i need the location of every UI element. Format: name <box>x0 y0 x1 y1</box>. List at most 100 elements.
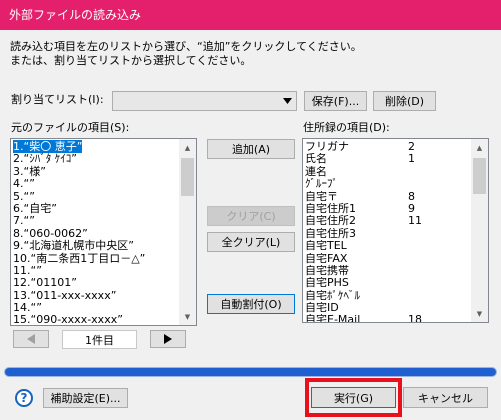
target-item-assigned <box>408 290 448 302</box>
instruction-line-2: または、割り当てリストから選択してください。 <box>10 54 252 67</box>
source-list-item[interactable]: 4.“” <box>11 177 196 191</box>
progress-bar <box>4 367 497 377</box>
source-item-text: “” <box>23 189 35 203</box>
target-list-item[interactable]: 自宅E-Mail 18 <box>303 313 488 323</box>
target-item-name: 自宅ﾎﾟｹﾍﾞﾙ <box>305 289 360 302</box>
source-item-text: “南二条西1丁目ロ－△” <box>30 251 146 265</box>
save-button[interactable]: 保存(F)... <box>304 91 367 111</box>
dialog-window: 外部ファイルの読み込み 読み込む項目を左のリストから選び、“追加”をクリックして… <box>0 0 501 420</box>
target-item-name: 自宅TEL <box>305 240 347 253</box>
source-item-number: 8. <box>13 226 24 240</box>
source-item-text: “自宅” <box>23 201 57 215</box>
arrow-right-icon <box>164 334 172 344</box>
scroll-down-icon[interactable]: ▼ <box>179 308 196 325</box>
target-list-item[interactable]: 自宅ID <box>303 302 488 314</box>
target-item-name: 自宅住所1 <box>305 202 356 215</box>
source-item-number: 7. <box>13 214 24 228</box>
target-item-assigned: 18 <box>408 313 422 323</box>
source-list-item[interactable]: 15.“090-xxxx-xxxx” <box>11 313 196 326</box>
source-scrollbar[interactable]: ▲ ▼ <box>179 139 196 325</box>
target-item-name: 自宅携帯 <box>305 264 349 277</box>
scroll-up-icon[interactable]: ▲ <box>471 139 488 156</box>
source-item-text: “011-xxx-xxxx” <box>30 288 117 302</box>
target-item-name: 自宅ID <box>305 302 339 315</box>
progress-fill <box>5 368 496 376</box>
add-button[interactable]: 追加(A) <box>207 139 295 159</box>
source-item-number: 1. <box>13 140 24 153</box>
scroll-up-icon[interactable]: ▲ <box>179 139 196 156</box>
target-list-item[interactable]: ｸﾞﾙｰﾌﾟ <box>303 178 488 190</box>
source-list-label: 元のファイルの項目(S): <box>11 121 130 134</box>
source-item-text: “ｼﾊﾞﾀ ｹｲｺ” <box>23 152 77 166</box>
target-list-item[interactable]: 自宅住所3 <box>303 228 488 240</box>
target-list-label: 住所録の項目(D): <box>303 121 390 134</box>
help-icon[interactable]: ? <box>15 389 33 407</box>
source-item-number: 15. <box>13 313 31 326</box>
target-item-assigned <box>408 178 448 190</box>
assign-list-combo[interactable] <box>112 91 297 111</box>
target-list-item[interactable]: 自宅PHS <box>303 277 488 289</box>
target-item-name: 自宅FAX <box>305 252 348 265</box>
execute-button[interactable]: 実行(G) <box>311 387 396 408</box>
next-record-button[interactable] <box>150 330 186 348</box>
target-item-assigned <box>408 240 448 252</box>
target-item-assigned: 11 <box>408 214 422 228</box>
delete-button[interactable]: 削除(D) <box>373 91 436 111</box>
source-item-number: 13. <box>13 288 31 302</box>
target-list-item[interactable]: 自宅TEL <box>303 240 488 252</box>
target-item-name: 連名 <box>305 165 327 178</box>
target-list-item[interactable]: 連名 <box>303 166 488 178</box>
source-item-text: “090-xxxx-xxxx” <box>30 313 123 326</box>
source-item-text: “柴〇 恵子” <box>23 140 83 153</box>
source-item-number: 5. <box>13 189 24 203</box>
clear-all-button[interactable]: 全クリア(L) <box>207 232 295 252</box>
source-item-number: 2. <box>13 152 24 166</box>
source-item-number: 12. <box>13 276 31 290</box>
source-item-number: 6. <box>13 201 24 215</box>
chevron-down-icon <box>279 92 296 110</box>
target-list-item[interactable]: 自宅携帯 <box>303 265 488 277</box>
target-scrollbar[interactable]: ▲ ▼ <box>471 139 488 322</box>
title-bar: 外部ファイルの読み込み <box>0 0 501 30</box>
target-list-item[interactable]: 自宅ﾎﾟｹﾍﾞﾙ <box>303 290 488 302</box>
record-counter: 1件目 <box>62 330 137 349</box>
source-item-text: “” <box>30 301 42 315</box>
clear-button[interactable]: クリア(C) <box>207 206 295 226</box>
auto-assign-button[interactable]: 自動割付(O) <box>207 294 295 314</box>
source-item-text: “060-0062” <box>23 226 88 240</box>
target-item-name: 自宅〒 <box>305 190 338 203</box>
target-item-assigned: 1 <box>408 152 415 166</box>
scroll-thumb[interactable] <box>473 158 486 194</box>
target-list-item[interactable]: 自宅住所2 11 <box>303 214 488 228</box>
prev-record-button[interactable] <box>13 330 49 348</box>
target-item-name: 自宅E-Mail <box>305 314 361 323</box>
target-list-item[interactable]: 自宅住所1 9 <box>303 202 488 215</box>
source-item-text: “01101” <box>30 276 77 290</box>
source-item-text: “” <box>23 214 35 228</box>
scroll-down-icon[interactable]: ▼ <box>471 305 488 322</box>
source-item-text: “北海道札幌市中央区” <box>23 239 134 253</box>
assign-list-label: 割り当てリスト(I): <box>11 93 104 106</box>
target-list[interactable]: フリガナ 2 氏名 1 連名 ｸﾞﾙｰﾌﾟ 自宅〒 8 自宅住所1 9 自宅住所2 11 自宅住所3 自宅… <box>302 138 489 323</box>
source-item-number: 10. <box>13 251 31 265</box>
source-item-text: “様” <box>23 164 46 178</box>
target-item-name: 自宅PHS <box>305 277 349 290</box>
target-item-name: フリガナ <box>305 141 349 153</box>
source-list-item[interactable]: 3.“様” <box>11 164 196 178</box>
target-list-item[interactable]: 氏名 1 <box>303 152 488 166</box>
target-list-item[interactable]: 自宅〒 8 <box>303 190 488 203</box>
assist-settings-button[interactable]: 補助設定(E)... <box>43 388 128 408</box>
target-list-item[interactable]: フリガナ 2 <box>303 140 488 153</box>
instruction-line-1: 読み込む項目を左のリストから選び、“追加”をクリックしてください。 <box>10 40 362 53</box>
target-item-assigned <box>408 166 448 178</box>
target-item-name: 自宅住所3 <box>305 227 356 240</box>
source-list-item[interactable]: 6.“自宅” <box>11 201 196 215</box>
source-list[interactable]: 1.“柴〇 恵子” 2.“ｼﾊﾞﾀ ｹｲｺ” 3.“様” 4.“” 5.“” 6.“自宅”… <box>10 138 197 326</box>
arrow-left-icon <box>27 334 35 344</box>
cancel-button[interactable]: キャンセル <box>403 387 488 408</box>
target-list-item[interactable]: 自宅FAX <box>303 253 488 265</box>
target-item-name: ｸﾞﾙｰﾌﾟ <box>305 178 338 191</box>
scroll-thumb[interactable] <box>181 158 194 196</box>
target-item-assigned <box>408 277 448 289</box>
source-item-text: “” <box>23 177 35 191</box>
